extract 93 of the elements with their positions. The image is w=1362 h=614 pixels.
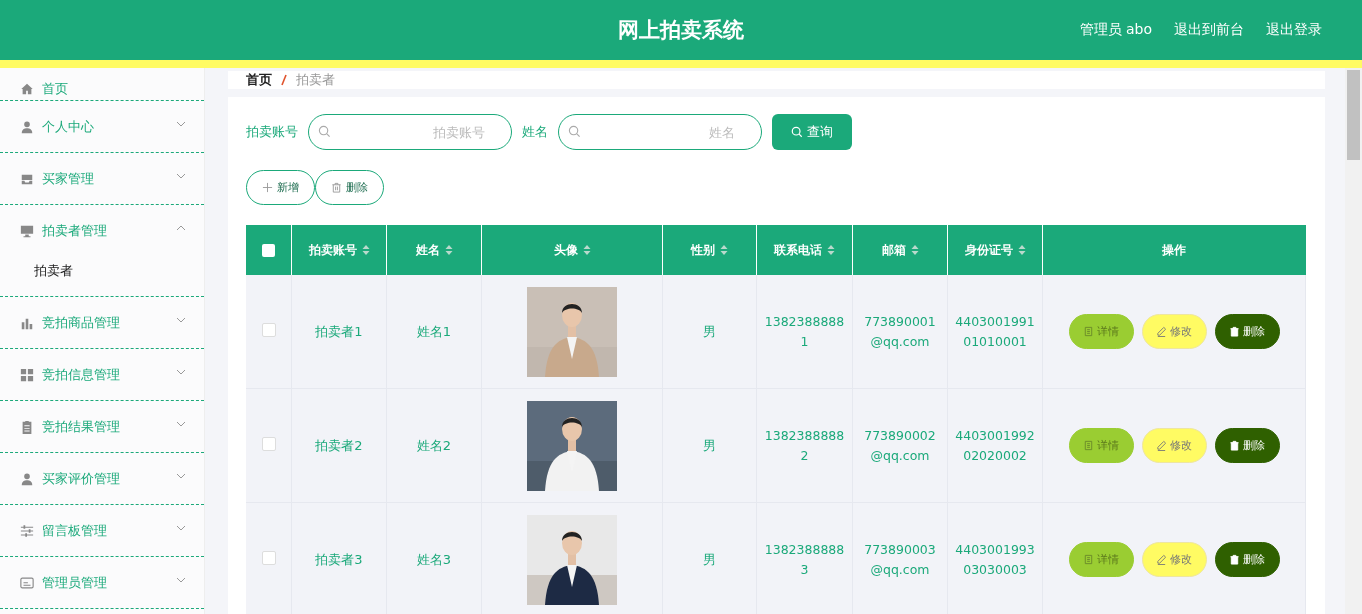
table-cell: 姓名1 <box>386 275 482 389</box>
table-cell: 13823888883 <box>756 502 853 614</box>
sort-icon <box>444 244 453 256</box>
grid-icon <box>20 367 34 382</box>
table-cell: 男 <box>662 275 757 389</box>
slash-icon <box>280 73 288 87</box>
header-link[interactable]: 退出到前台 <box>1174 21 1244 39</box>
menu-item[interactable]: 竞拍信息管理 <box>0 349 204 400</box>
table-cell: 姓名2 <box>386 388 482 503</box>
field-label: 拍卖账号 <box>246 123 298 141</box>
monitor-icon <box>20 223 34 238</box>
scrollbar-thumb[interactable] <box>1347 70 1360 160</box>
table-cell: 拍卖者3 <box>291 502 387 614</box>
trash-icon <box>331 182 342 193</box>
sort-icon <box>827 244 835 256</box>
table-cell: 773890003@qq.com <box>852 502 948 614</box>
menu-item[interactable]: 买家评价管理 <box>0 453 204 504</box>
pencil-icon <box>1156 440 1167 451</box>
search-icon <box>318 125 331 138</box>
menu-item[interactable]: 买家管理 <box>0 153 204 204</box>
sort-icon <box>910 244 919 256</box>
table-cell: 拍卖者1 <box>291 275 387 389</box>
user-icon <box>20 471 34 486</box>
pencil-icon <box>1156 326 1167 337</box>
breadcrumb-item[interactable]: 首页 <box>246 71 272 89</box>
table-cell: 440300199101010001 <box>947 275 1043 389</box>
app-title: 网上拍卖系统 <box>618 17 744 44</box>
delete-button[interactable]: 删除 <box>1214 428 1280 463</box>
add-button[interactable]: 新增 <box>246 170 315 205</box>
home-icon <box>20 81 34 96</box>
details-button[interactable]: 详情 <box>1068 542 1134 577</box>
select-all-checkbox[interactable] <box>262 244 275 257</box>
row-checkbox[interactable] <box>261 437 276 451</box>
row-checkbox[interactable] <box>261 551 276 565</box>
trash-icon <box>1229 326 1240 337</box>
menu-item[interactable]: 拍卖者管理 <box>0 205 204 256</box>
trash-icon <box>1229 440 1240 451</box>
delete-button[interactable]: 删除 <box>1214 542 1280 577</box>
table-cell: 13823888882 <box>756 388 853 503</box>
row-checkbox[interactable] <box>261 323 276 337</box>
column-header[interactable]: 拍卖账号 <box>291 225 387 275</box>
edit-button[interactable]: 修改 <box>1141 542 1207 577</box>
pencil-icon <box>1156 554 1167 565</box>
search-button[interactable]: 查询 <box>772 114 852 150</box>
clipboard-icon <box>20 419 34 434</box>
admin-label: 管理员 abo <box>1079 21 1152 39</box>
edit-button[interactable]: 修改 <box>1141 314 1207 349</box>
column-header[interactable]: 联系电话 <box>756 225 853 275</box>
header-link[interactable]: 退出登录 <box>1266 21 1322 39</box>
menu-item[interactable]: 管理员管理 <box>0 557 204 608</box>
column-header[interactable]: 头像 <box>481 225 663 275</box>
document-icon <box>1083 554 1094 565</box>
column-header[interactable]: 邮箱 <box>852 225 948 275</box>
menu-item[interactable]: 留言板管理 <box>0 505 204 556</box>
table-cell: 拍卖者2 <box>291 388 387 503</box>
breadcrumb-item: 拍卖者 <box>296 71 335 89</box>
plus-icon <box>262 182 273 193</box>
search-icon <box>791 126 803 138</box>
table-cell: 男 <box>662 388 757 503</box>
card-icon <box>20 575 34 590</box>
delete-button[interactable]: 删除 <box>315 170 384 205</box>
user-icon <box>20 119 34 134</box>
table-cell: 男 <box>662 502 757 614</box>
menu-item[interactable]: 竞拍结果管理 <box>0 401 204 452</box>
sort-icon <box>720 244 728 256</box>
column-header: 操作 <box>1042 225 1306 275</box>
edit-button[interactable]: 修改 <box>1141 428 1207 463</box>
search-field[interactable]: 姓名 <box>558 114 762 150</box>
details-button[interactable]: 详情 <box>1068 428 1134 463</box>
field-label: 姓名 <box>522 123 548 141</box>
column-header[interactable]: 性别 <box>662 225 757 275</box>
menu-item[interactable]: 竞拍商品管理 <box>0 297 204 348</box>
sliders-icon <box>20 523 34 538</box>
delete-button[interactable]: 删除 <box>1214 314 1280 349</box>
document-icon <box>1083 326 1094 337</box>
sort-icon <box>1017 244 1026 256</box>
table-cell: 773890001@qq.com <box>852 275 948 389</box>
table-cell: 773890002@qq.com <box>852 388 948 503</box>
sort-icon <box>361 244 370 256</box>
details-button[interactable]: 详情 <box>1068 314 1134 349</box>
document-icon <box>1083 440 1094 451</box>
trash-icon <box>1229 554 1240 565</box>
menu-item[interactable]: 个人中心 <box>0 101 204 152</box>
column-header[interactable]: 姓名 <box>386 225 482 275</box>
submenu-item[interactable]: 拍卖者 <box>0 256 204 296</box>
search-field[interactable]: 拍卖账号 <box>308 114 512 150</box>
table-cell: 440300199202020002 <box>947 388 1043 503</box>
table-cell: 姓名3 <box>386 502 482 614</box>
sort-icon <box>582 244 591 256</box>
table-cell: 13823888881 <box>756 275 853 389</box>
search-icon <box>568 125 581 138</box>
table-cell: 440300199303030003 <box>947 502 1043 614</box>
column-header[interactable]: 身份证号 <box>947 225 1043 275</box>
